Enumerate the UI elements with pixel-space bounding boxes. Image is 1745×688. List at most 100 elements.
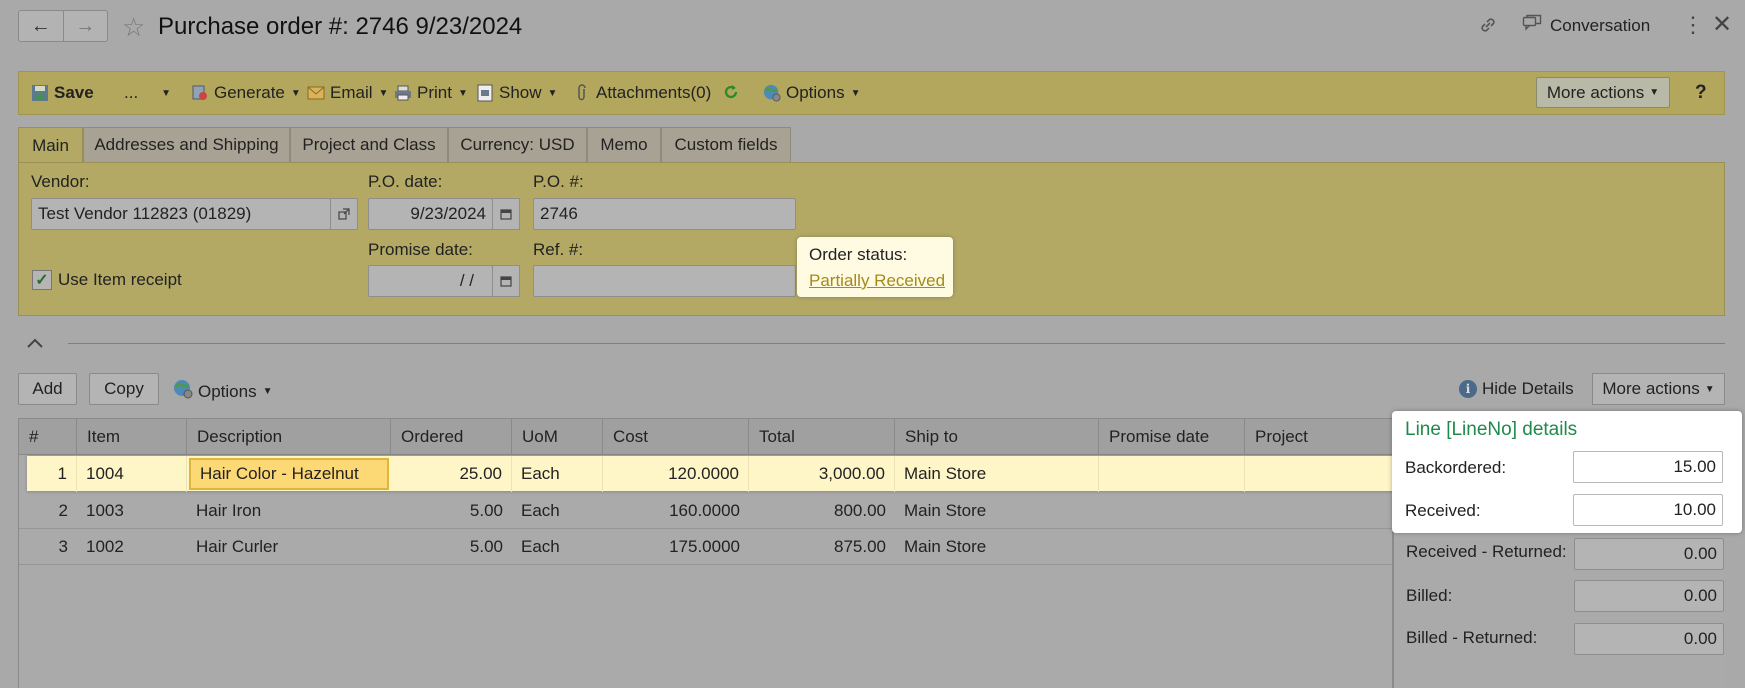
cell-ship-to[interactable]: Main Store <box>895 493 1099 529</box>
show-button[interactable]: Show ▼ <box>476 83 557 103</box>
col-header-num[interactable]: # <box>19 419 77 455</box>
vendor-label: Vendor: <box>31 172 90 191</box>
caret-down-icon: ▼ <box>290 87 301 99</box>
cell-item[interactable]: 1004 <box>77 456 187 492</box>
collapse-icon[interactable] <box>26 333 44 354</box>
cell-description-editor[interactable]: Hair Color - Hazelnut <box>189 458 389 490</box>
cell-project[interactable] <box>1245 493 1394 529</box>
promise-date-field[interactable]: / / <box>368 265 493 297</box>
cell-total[interactable]: 3,000.00 <box>749 456 895 492</box>
col-header-ship-to[interactable]: Ship to <box>895 419 1099 455</box>
back-button[interactable]: ← <box>19 11 63 41</box>
use-item-receipt-checkbox[interactable]: ✓ <box>32 270 52 290</box>
print-label: Print <box>417 83 452 102</box>
close-icon[interactable]: ✕ <box>1712 10 1732 39</box>
save-icon <box>31 84 49 102</box>
cell-cost[interactable]: 160.0000 <box>603 493 749 529</box>
col-header-uom[interactable]: UoM <box>512 419 603 455</box>
cell-cost[interactable]: 120.0000 <box>603 456 749 492</box>
col-header-project[interactable]: Project <box>1245 419 1394 455</box>
cell-ordered[interactable]: 25.00 <box>391 456 512 492</box>
received-returned-field[interactable]: 0.00 <box>1574 538 1724 570</box>
grid-more-actions-button[interactable]: More actions ▼ <box>1592 373 1725 405</box>
table-row[interactable]: 2 1003 Hair Iron 5.00 Each 160.0000 800.… <box>19 493 1394 529</box>
cell-uom[interactable]: Each <box>512 456 603 492</box>
calendar-icon[interactable] <box>492 198 520 230</box>
vendor-field[interactable]: Test Vendor 112823 (01829) <box>31 198 331 230</box>
cell-project[interactable] <box>1245 456 1394 492</box>
info-icon: i <box>1459 380 1477 398</box>
table-row[interactable]: 3 1002 Hair Curler 5.00 Each 175.0000 87… <box>19 529 1394 565</box>
email-button[interactable]: Email ▼ <box>307 83 388 103</box>
col-header-cost[interactable]: Cost <box>603 419 749 455</box>
help-button[interactable]: ? <box>1695 82 1707 104</box>
caret-down-icon: ▼ <box>1649 87 1660 98</box>
cell-total[interactable]: 875.00 <box>749 529 895 565</box>
caret-down-icon: ▼ <box>262 386 273 397</box>
cell-ordered[interactable]: 5.00 <box>391 493 512 529</box>
cell-uom[interactable]: Each <box>512 493 603 529</box>
col-header-total[interactable]: Total <box>749 419 895 455</box>
ref-label: Ref. #: <box>533 240 584 259</box>
more-vertical-icon[interactable]: ⋮ <box>1682 12 1704 38</box>
conversation-button[interactable]: Conversation <box>1522 14 1650 37</box>
received-field[interactable]: 10.00 <box>1573 494 1723 526</box>
more-actions-button[interactable]: More actions ▼ <box>1536 77 1670 108</box>
attachments-button[interactable]: Attachments(0) <box>573 83 711 103</box>
calendar-icon[interactable] <box>492 265 520 297</box>
open-vendor-icon[interactable] <box>330 198 358 230</box>
cell-ordered[interactable]: 5.00 <box>391 529 512 565</box>
table-row[interactable]: 1 1004 Hair Color - Hazelnut 25.00 Each … <box>27 456 1402 492</box>
star-icon[interactable]: ☆ <box>122 12 145 43</box>
caret-down-icon: ▼ <box>547 87 558 99</box>
ref-field[interactable] <box>533 265 796 297</box>
cell-description[interactable]: Hair Iron <box>187 493 391 529</box>
tab-custom-fields[interactable]: Custom fields <box>661 127 791 162</box>
tab-memo[interactable]: Memo <box>587 127 661 162</box>
more-dots-button[interactable]: ... ▼ <box>124 83 171 103</box>
save-button[interactable]: Save <box>31 83 94 103</box>
order-status-link[interactable]: Partially Received <box>809 271 945 291</box>
copy-button[interactable]: Copy <box>89 373 159 405</box>
cell-item[interactable]: 1003 <box>77 493 187 529</box>
cell-promise-date[interactable] <box>1099 493 1245 529</box>
cell-promise-date[interactable] <box>1099 456 1245 492</box>
forward-button[interactable]: → <box>62 11 108 41</box>
cell-project[interactable] <box>1245 529 1394 565</box>
cell-description[interactable]: Hair Curler <box>187 529 391 565</box>
cell-ship-to[interactable]: Main Store <box>895 529 1099 565</box>
cell-promise-date[interactable] <box>1099 529 1245 565</box>
tab-main[interactable]: Main <box>18 127 83 163</box>
cell-total[interactable]: 800.00 <box>749 493 895 529</box>
col-header-description[interactable]: Description <box>187 419 391 455</box>
grid-options-button[interactable]: Options ▼ <box>173 379 273 404</box>
backordered-field[interactable]: 15.00 <box>1573 451 1723 483</box>
caret-down-icon: ▼ <box>457 87 468 99</box>
cell-cost[interactable]: 175.0000 <box>603 529 749 565</box>
caret-down-icon: ▼ <box>161 87 172 99</box>
link-icon[interactable] <box>1478 15 1498 41</box>
col-header-ordered[interactable]: Ordered <box>391 419 512 455</box>
po-date-field[interactable]: 9/23/2024 <box>368 198 493 230</box>
tab-currency[interactable]: Currency: USD <box>448 127 587 162</box>
hide-details-button[interactable]: i Hide Details <box>1459 379 1574 399</box>
add-button[interactable]: Add <box>18 373 77 405</box>
billed-returned-field[interactable]: 0.00 <box>1574 623 1724 655</box>
print-button[interactable]: Print ▼ <box>394 83 468 103</box>
billed-field[interactable]: 0.00 <box>1574 580 1724 612</box>
refresh-button[interactable] <box>722 83 740 101</box>
po-number-field[interactable]: 2746 <box>533 198 796 230</box>
tab-project-class[interactable]: Project and Class <box>290 127 448 162</box>
cell-num[interactable]: 3 <box>19 529 77 565</box>
cell-uom[interactable]: Each <box>512 529 603 565</box>
options-button[interactable]: Options ▼ <box>763 83 861 103</box>
col-header-item[interactable]: Item <box>77 419 187 455</box>
tab-addresses-shipping[interactable]: Addresses and Shipping <box>83 127 290 162</box>
cell-num[interactable]: 2 <box>19 493 77 529</box>
cell-num[interactable]: 1 <box>27 456 77 492</box>
generate-button[interactable]: Generate ▼ <box>191 83 301 103</box>
cell-item[interactable]: 1002 <box>77 529 187 565</box>
cell-ship-to[interactable]: Main Store <box>895 456 1099 492</box>
more-actions-label: More actions <box>1546 82 1645 102</box>
col-header-promise-date[interactable]: Promise date <box>1099 419 1245 455</box>
